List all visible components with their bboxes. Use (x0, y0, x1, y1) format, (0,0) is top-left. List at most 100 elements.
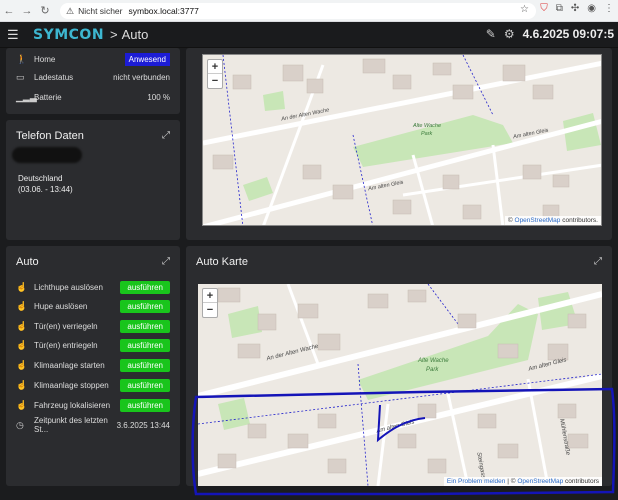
bookmark-star-icon[interactable]: ☆ (520, 4, 529, 15)
walking-icon: 🚶 (16, 53, 28, 64)
expand-icon[interactable]: ⤢ (162, 256, 170, 267)
panel-title: Auto (16, 256, 39, 268)
battery-icon: ▭ (16, 71, 25, 82)
breadcrumb: Auto (121, 27, 149, 42)
header-datetime: 4.6.2025 09:07:5 (522, 27, 614, 41)
extension-shield-icon[interactable]: ⛉ (540, 3, 548, 14)
gear-icon[interactable]: ⚙ (504, 27, 515, 41)
profile-icon[interactable]: ◉ (587, 3, 596, 14)
action-row: ☝ Tür(en) verriegeln ausführen (16, 319, 170, 333)
url-text: symbox.local:3777 (128, 6, 199, 16)
zoom-control: + − (207, 59, 223, 89)
hamburger-menu-icon[interactable]: ☰ (7, 27, 27, 43)
action-label: Klimaanlage stoppen (34, 380, 109, 390)
symcon-logo: SYMCON (33, 26, 105, 43)
auto-map[interactable]: An der Alten Wache Alte Wache Park Am al… (198, 284, 602, 486)
action-label: Fahrzeug lokalisieren (34, 400, 111, 410)
action-label: Tür(en) entriegeln (34, 340, 98, 350)
action-button-entriegeln[interactable]: ausführen (120, 338, 170, 352)
action-label: Lichthupe auslösen (34, 282, 103, 292)
action-button-verriegeln[interactable]: ausführen (120, 319, 170, 333)
attribution-separator: | (507, 478, 509, 485)
action-button-klima-stop[interactable]: ausführen (120, 378, 170, 392)
action-label: Klimaanlage starten (34, 360, 105, 370)
action-button-hupe[interactable]: ausführen (120, 299, 170, 313)
telefon-panel: Telefon Daten ⤢ Deutschland (03.06. - 13… (6, 120, 180, 240)
clock-icon: ◷ (16, 419, 24, 430)
top-map-panel: An der Alten Wache Alte Wache Park Am al… (186, 48, 612, 240)
attribution-copyright: © (510, 478, 516, 485)
extension-icon[interactable]: ⧉ (556, 3, 563, 14)
attribution-link[interactable]: OpenStreetMap (515, 217, 561, 224)
auto-map-tiles (198, 284, 602, 486)
zoom-in-button[interactable]: + (208, 60, 222, 74)
action-button-klima-start[interactable]: ausführen (120, 358, 170, 372)
back-icon[interactable]: ← (0, 5, 18, 17)
reload-icon[interactable]: ↻ (36, 4, 54, 17)
attribution-suffix: contributors. (562, 217, 598, 224)
status-badge: Anwesend (124, 52, 170, 66)
status-label: Ladestatus (34, 72, 74, 82)
auto-map-panel: Auto Karte ⤢ An der Alten Wache Alte Wac… (186, 246, 612, 486)
map-park-label: Alte Wache (413, 123, 442, 129)
status-value: nicht verbunden (113, 72, 170, 82)
forward-icon[interactable]: → (18, 5, 36, 17)
report-problem-link[interactable]: Ein Problem melden (447, 478, 506, 485)
hand-pointer-icon: ☝ (16, 320, 28, 331)
redacted-blob (12, 147, 82, 163)
zoom-in-button[interactable]: + (203, 289, 217, 303)
attribution-suffix: contributors (565, 478, 599, 485)
last-update-row: ◷ Zeitpunkt des letzten St... 3.6.2025 1… (16, 416, 170, 434)
last-update-value: 3.6.2025 13:44 (116, 420, 170, 430)
hand-pointer-icon: ☝ (16, 379, 28, 390)
hand-pointer-icon: ☝ (16, 399, 28, 410)
status-row-home: 🚶 Home Anwesend (16, 52, 170, 66)
action-row: ☝ Hupe auslösen ausführen (16, 299, 170, 313)
hand-pointer-icon: ☝ (16, 281, 28, 292)
zoom-control: + − (202, 288, 218, 318)
app-header: ☰ SYMCON > Auto ✎ ⚙ 4.6.2025 09:07:5 (0, 22, 618, 48)
attribution-link[interactable]: OpenStreetMap (517, 478, 563, 485)
action-row: ☝ Tür(en) entriegeln ausführen (16, 338, 170, 352)
action-row: ☝ Klimaanlage starten ausführen (16, 358, 170, 372)
status-label: Batterie (34, 92, 62, 102)
panel-title: Telefon Daten (16, 130, 84, 142)
action-label: Tür(en) verriegeln (34, 321, 98, 331)
panel-title: Auto Karte (196, 256, 248, 268)
top-map[interactable]: An der Alten Wache Alte Wache Park Am al… (202, 54, 602, 226)
expand-icon[interactable]: ⤢ (162, 130, 170, 141)
map-park-label: Park (426, 367, 439, 373)
map-park-label: Alte Wache (418, 358, 449, 364)
zoom-out-button[interactable]: − (203, 303, 217, 317)
map-park-label: Park (421, 131, 433, 137)
status-row-ladestatus: ▭ Ladestatus nicht verbunden (16, 70, 170, 84)
phone-location: Deutschland (18, 174, 63, 183)
action-row: ☝ Lichthupe auslösen ausführen (16, 280, 170, 294)
map-attribution: Ein Problem melden | © OpenStreetMap con… (443, 477, 602, 486)
phone-timestamp: (03.06. - 13:44) (18, 185, 73, 194)
browser-menu-icon[interactable]: ⋮ (604, 3, 614, 14)
action-label: Hupe auslösen (34, 301, 88, 311)
status-value: 100 % (147, 92, 170, 102)
top-map-tiles (203, 55, 601, 225)
status-label: Home (34, 54, 56, 64)
action-row: ☝ Klimaanlage stoppen ausführen (16, 378, 170, 392)
action-button-lichthupe[interactable]: ausführen (120, 280, 170, 294)
hand-pointer-icon: ☝ (16, 300, 28, 311)
breadcrumb-separator: > (110, 27, 118, 42)
status-panel: 🚶 Home Anwesend ▭ Ladestatus nicht verbu… (6, 48, 180, 114)
warning-icon: ⚠ (66, 5, 75, 16)
hand-pointer-icon: ☝ (16, 359, 28, 370)
browser-toolbar: ← → ↻ ⚠ Nicht sicher symbox.local:3777 ☆… (0, 0, 618, 22)
status-row-batterie: ▁▂▃ Batterie 100 % (16, 90, 170, 104)
security-warning: Nicht sicher (78, 6, 123, 16)
action-button-lokalisieren[interactable]: ausführen (120, 398, 170, 412)
puzzle-icon[interactable]: ✣ (571, 3, 579, 14)
hand-pointer-icon: ☝ (16, 339, 28, 350)
last-update-label: Zeitpunkt des letzten St... (34, 416, 108, 434)
address-bar[interactable]: ⚠ Nicht sicher symbox.local:3777 (60, 3, 536, 19)
signal-icon: ▁▂▃ (16, 91, 37, 102)
zoom-out-button[interactable]: − (208, 74, 222, 88)
edit-icon[interactable]: ✎ (486, 27, 496, 41)
expand-icon[interactable]: ⤢ (594, 256, 602, 267)
